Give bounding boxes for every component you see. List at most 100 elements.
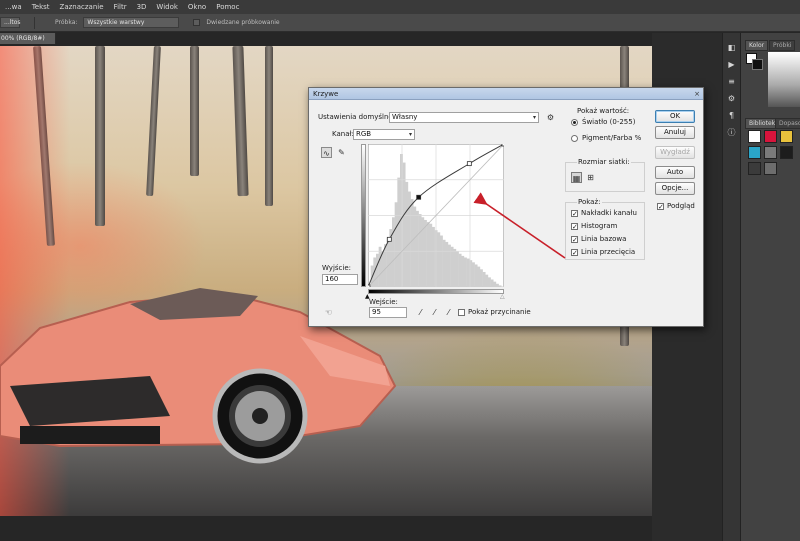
document-tab[interactable]: 00% (RGB/8#) <box>0 33 56 44</box>
tab-swatches[interactable]: Próbki <box>769 40 796 51</box>
menu-item-window[interactable]: Okno <box>183 3 211 11</box>
mode-dropdown[interactable]: ...ltos <box>0 17 21 28</box>
chevron-down-icon: ▾ <box>532 114 536 121</box>
histogram-bar <box>421 217 425 287</box>
auto-button[interactable]: Auto <box>655 166 695 179</box>
histogram-bar <box>413 206 417 287</box>
menu-item-view[interactable]: Widok <box>151 3 183 11</box>
histogram-bar <box>480 269 483 287</box>
black-eyedropper-icon[interactable]: ⁄ <box>415 307 426 318</box>
tree-trunk <box>265 46 273 206</box>
options-button[interactable]: Opcje... <box>655 182 695 195</box>
histogram-bar <box>392 217 395 287</box>
adjustment-hue-icon[interactable] <box>748 146 761 159</box>
intersection-line-checkbox[interactable]: ✓ <box>571 249 578 257</box>
enhance-checkbox[interactable] <box>193 19 201 26</box>
background-color-swatch[interactable] <box>752 59 763 70</box>
channel-label: Kanał: <box>332 130 354 138</box>
channel-overlays-label: Nakładki kanału <box>581 209 637 217</box>
tab-color[interactable]: Kolor <box>745 40 769 51</box>
histogram-bar <box>450 246 454 287</box>
tool-presets-icon[interactable]: ⚙ <box>725 92 738 105</box>
paragraph-icon[interactable]: ¶ <box>725 109 738 122</box>
histogram-bar <box>458 253 462 287</box>
channel-dropdown[interactable]: RGB ▾ <box>353 129 415 140</box>
input-label: Wejście: <box>369 298 398 306</box>
histogram-bar <box>378 246 382 287</box>
curve-point[interactable] <box>368 284 371 287</box>
input-field[interactable]: 95 <box>369 307 407 318</box>
white-point-slider[interactable]: △ <box>500 293 505 300</box>
info-icon[interactable]: ⓘ <box>725 126 738 139</box>
show-clipping-label: Pokaż przycinanie <box>468 308 531 316</box>
histogram-bar <box>453 248 457 287</box>
options-divider <box>34 16 35 29</box>
adjustment-brightness-icon[interactable] <box>748 130 761 143</box>
pigment-radio[interactable] <box>571 135 578 142</box>
menu-bar: ...wa Tekst Zaznaczanie Filtr 3D Widok O… <box>0 0 800 14</box>
preview-checkbox[interactable]: ✓ <box>657 203 664 211</box>
histogram-bar <box>477 266 481 287</box>
adjustment-balance-icon[interactable] <box>764 146 777 159</box>
curves-graph[interactable] <box>368 144 504 287</box>
grid-simple-icon[interactable]: ▦ <box>571 172 582 183</box>
menu-item-3d[interactable]: 3D <box>132 3 152 11</box>
show-clipping-checkbox[interactable] <box>458 309 465 316</box>
curve-point-selected[interactable] <box>416 194 422 200</box>
curve-point-mode-icon[interactable]: ∿ <box>321 147 332 158</box>
ok-button[interactable]: OK <box>655 110 695 123</box>
white-eyedropper-icon[interactable]: ⁄ <box>443 307 454 318</box>
on-image-adjust-icon[interactable]: ☜ <box>323 307 334 318</box>
histogram-bar <box>437 232 441 287</box>
pencil-icon[interactable]: ✎ <box>336 147 347 158</box>
preset-dropdown[interactable]: Własny ▾ <box>389 112 539 123</box>
adjustment-curves-icon[interactable] <box>780 130 793 143</box>
histogram-bar <box>416 210 419 287</box>
curves-dialog: Krzywe × Ustawienia domyślne: Własny ▾ ⚙… <box>308 87 704 327</box>
baseline-checkbox[interactable]: ✓ <box>571 236 578 244</box>
adjustment-bw-icon[interactable] <box>780 146 793 159</box>
close-icon[interactable]: × <box>693 90 701 98</box>
grid-detailed-icon[interactable]: ⊞ <box>585 172 596 183</box>
preset-options-gear-icon[interactable]: ⚙ <box>545 112 556 123</box>
adjustment-photo-filter-icon[interactable] <box>748 162 761 175</box>
smooth-button[interactable]: Wygładź <box>655 146 695 159</box>
intersection-line-label: Linia przecięcia <box>581 248 636 256</box>
output-field[interactable]: 160 <box>322 274 358 285</box>
curve-point[interactable] <box>501 144 504 147</box>
histogram-bar <box>474 264 478 287</box>
dialog-title: Krzywe <box>309 88 703 100</box>
history-icon[interactable]: ◧ <box>725 41 738 54</box>
menu-item-layer[interactable]: ...wa <box>0 3 27 11</box>
sample-dropdown[interactable]: Wszystkie warstwy <box>83 17 180 28</box>
histogram-label: Histogram <box>581 222 618 230</box>
menu-item-type[interactable]: Tekst <box>27 3 55 11</box>
histogram-bar <box>384 244 387 287</box>
brush-settings-icon[interactable]: ≡ <box>725 75 738 88</box>
play-icon[interactable]: ▶ <box>725 58 738 71</box>
histogram-bar <box>485 274 489 287</box>
tab-adjustments[interactable]: Dopasowa... <box>775 118 800 129</box>
show-amount-title: Pokaż wartość: <box>577 107 630 115</box>
adjustment-levels-icon[interactable] <box>764 130 777 143</box>
histogram-bar <box>496 283 499 287</box>
curve-point[interactable] <box>466 161 472 167</box>
gray-eyedropper-icon[interactable]: ⁄ <box>429 307 440 318</box>
menu-item-help[interactable]: Pomoc <box>211 3 244 11</box>
histogram-bar <box>418 214 422 287</box>
color-field[interactable] <box>768 52 800 107</box>
histogram-bar <box>440 235 443 287</box>
histogram-bar <box>490 279 494 287</box>
photoshop-window: ...wa Tekst Zaznaczanie Filtr 3D Widok O… <box>0 0 800 541</box>
histogram-bar <box>456 251 459 287</box>
histogram-bar <box>426 222 430 287</box>
output-gradient-bar <box>361 144 366 287</box>
menu-item-select[interactable]: Zaznaczanie <box>55 3 109 11</box>
channel-overlays-checkbox[interactable]: ✓ <box>571 210 578 218</box>
menu-item-filter[interactable]: Filtr <box>109 3 132 11</box>
cancel-button[interactable]: Anuluj <box>655 126 695 139</box>
light-radio[interactable] <box>571 119 578 126</box>
curve-point[interactable] <box>386 236 392 242</box>
histogram-checkbox[interactable]: ✓ <box>571 223 578 231</box>
adjustment-mixer-icon[interactable] <box>764 162 777 175</box>
